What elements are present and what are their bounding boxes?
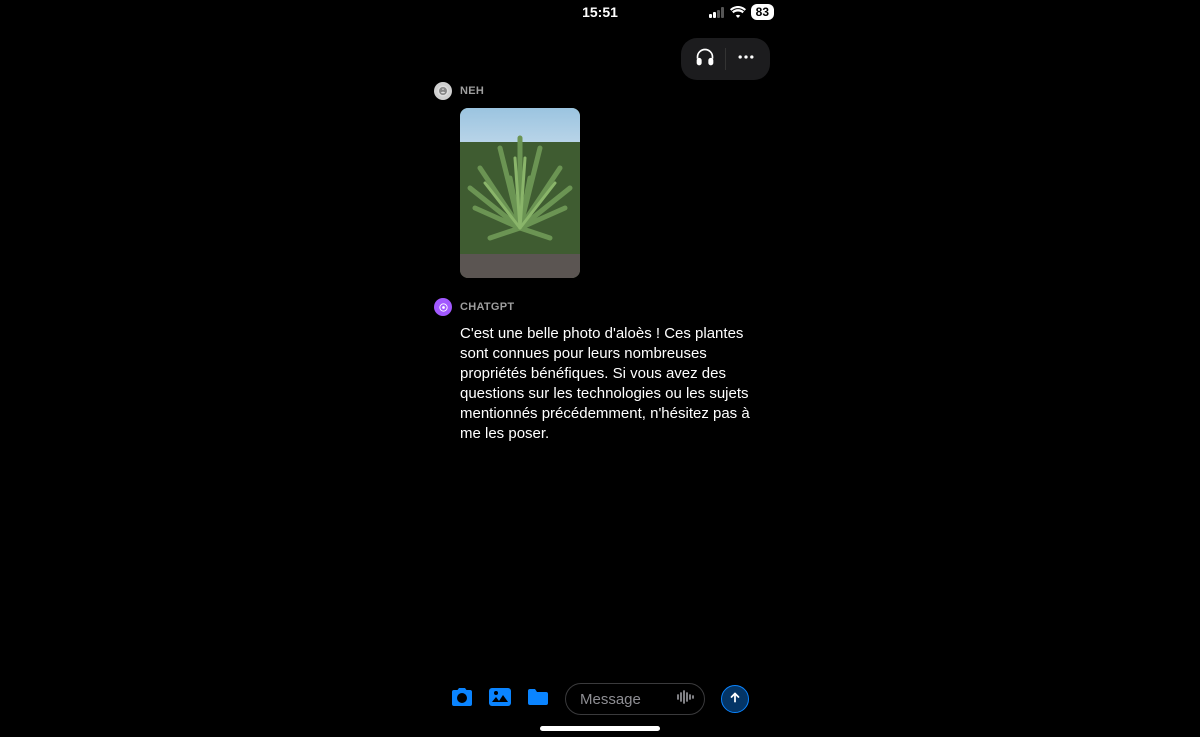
camera-icon	[450, 686, 474, 713]
bot-name-label: CHATGPT	[460, 301, 514, 313]
bot-message-text: C'est une belle photo d'aloès ! Ces plan…	[460, 324, 760, 444]
image-attachment[interactable]	[460, 108, 580, 278]
message-bot: CHATGPT C'est une belle photo d'aloès ! …	[434, 298, 766, 444]
more-horizontal-icon	[736, 47, 756, 72]
message-input[interactable]: Message	[565, 683, 705, 715]
more-button[interactable]	[730, 43, 762, 75]
message-header: NEH	[434, 82, 766, 100]
top-action-group	[681, 38, 770, 80]
battery-badge: 83	[751, 4, 774, 20]
message-list: NEH	[410, 82, 790, 444]
user-name-label: NEH	[460, 85, 484, 97]
message-header: CHATGPT	[434, 298, 766, 316]
cellular-signal-icon	[709, 7, 725, 18]
files-button[interactable]	[527, 688, 549, 710]
divider	[725, 48, 726, 70]
home-indicator[interactable]	[540, 726, 660, 731]
user-avatar	[434, 82, 452, 100]
gallery-button[interactable]	[489, 688, 511, 710]
bot-avatar	[434, 298, 452, 316]
wifi-icon	[730, 6, 746, 18]
gallery-icon	[488, 687, 512, 712]
message-user: NEH	[434, 82, 766, 278]
waveform-icon	[676, 690, 694, 709]
headphones-icon	[695, 47, 715, 72]
status-bar: 15:51 83	[410, 2, 790, 22]
send-button[interactable]	[721, 685, 749, 713]
headphones-button[interactable]	[689, 43, 721, 75]
folder-icon	[526, 687, 550, 712]
arrow-up-icon	[728, 690, 742, 709]
status-right: 83	[709, 4, 774, 20]
composer: Message	[410, 683, 790, 715]
message-placeholder: Message	[580, 691, 641, 708]
dictate-button[interactable]	[676, 690, 694, 708]
phone-frame: 15:51 83	[410, 0, 790, 737]
camera-button[interactable]	[451, 688, 473, 710]
